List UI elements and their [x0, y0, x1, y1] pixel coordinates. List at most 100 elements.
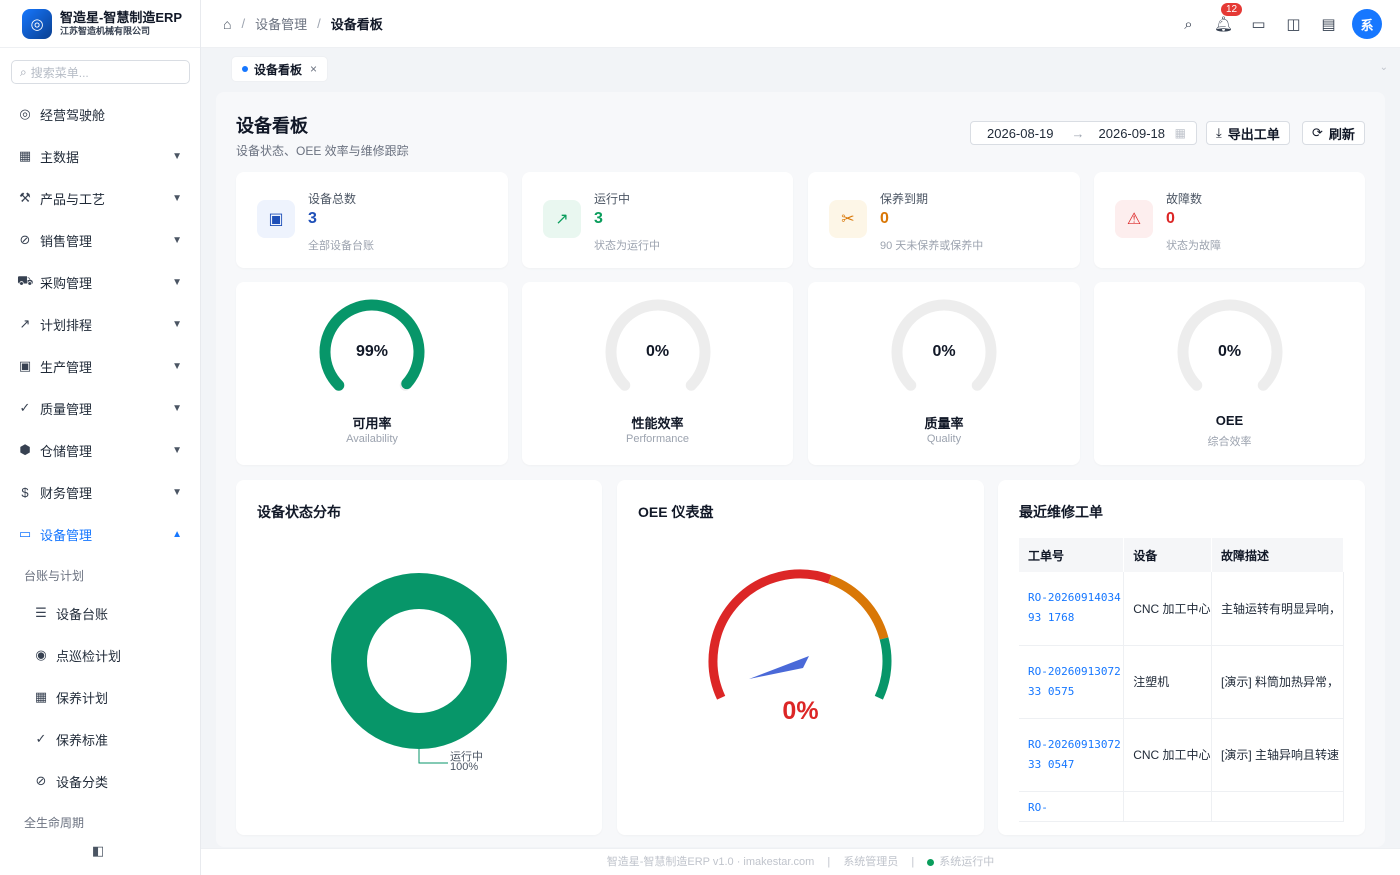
gauge-en: Availability — [346, 433, 398, 445]
kpi-desc: 全部设备台账 — [308, 240, 374, 252]
order-code-link[interactable]: RO-2026091403493 1768 — [1019, 572, 1125, 646]
calendar-icon: ▦ — [34, 689, 48, 704]
sidebar-subitem-category[interactable]: ⊘ 设备分类 — [0, 761, 200, 801]
refresh-icon: ⟳ — [1312, 125, 1323, 140]
kpi-card-total: ▣ 设备总数 3 全部设备台账 — [236, 172, 508, 268]
gauge-value: 0% — [645, 343, 670, 360]
menu-search-input[interactable]: ⌕ 搜索菜单... — [11, 60, 190, 84]
home-icon[interactable]: ⌂ — [223, 16, 231, 32]
date-end[interactable]: 2026-09-18 — [1099, 126, 1166, 141]
monitor-icon: ▭ — [18, 526, 32, 541]
sidebar-item-master-data[interactable]: ▦ 主数据 ▼ — [0, 136, 200, 176]
sidebar-item-product[interactable]: ⚒ 产品与工艺 ▼ — [0, 178, 200, 218]
message-icon[interactable]: ▭ — [1241, 9, 1276, 39]
gauge-name: OEE — [1215, 413, 1244, 428]
sidebar-subitem-ledger[interactable]: ☰ 设备台账 — [0, 593, 200, 633]
avatar[interactable]: 系 — [1352, 9, 1382, 39]
sidebar-item-dashboard[interactable]: ◎ 经营驾驶舱 — [0, 94, 200, 134]
speedometer-band — [708, 569, 832, 700]
pie-slice — [331, 573, 507, 749]
speedometer-needle — [749, 656, 809, 679]
tab-label: 设备看板 — [254, 62, 303, 77]
close-icon[interactable]: × — [310, 62, 317, 76]
status-distribution-card: 设备状态分布 运行中 100% — [236, 480, 602, 835]
fault-desc-cell — [1211, 791, 1345, 822]
table-row[interactable]: RO-2026091307233 0547 CNC 加工中心 [演示] 主轴异响… — [1019, 718, 1345, 792]
eye-icon: ◉ — [35, 647, 47, 662]
date-range-picker[interactable]: 2026-08-19 → 2026-09-18 ▦ — [970, 121, 1197, 145]
sidebar-item-production[interactable]: ▣ 生产管理 ▼ — [0, 346, 200, 386]
chevron-down-icon[interactable]: ⌄ — [1380, 62, 1388, 73]
grid-icon: ▦ — [18, 148, 32, 163]
tag-icon: ⊘ — [19, 232, 31, 247]
sidebar-item-label: 质量管理 — [40, 401, 93, 417]
fault-desc-cell: [演示] 主轴异响且转速 — [1211, 718, 1345, 792]
column-header[interactable]: 故障描述 — [1211, 538, 1345, 572]
sidebar-item-purchase[interactable]: ⛟ 采购管理 ▼ — [0, 262, 200, 302]
column-header[interactable]: 设备 — [1123, 538, 1212, 572]
order-code-link[interactable]: RO-2026091307233 0575 — [1019, 645, 1125, 719]
fault-desc-cell: 主轴运转有明显异响， — [1211, 572, 1345, 646]
sidebar-subitem-inspection[interactable]: ◉ 点巡检计划 — [0, 635, 200, 675]
search-icon[interactable]: ⌕ — [1171, 9, 1206, 39]
check-circle-icon: ✓ — [19, 400, 31, 415]
card-icon[interactable]: ▤ — [1311, 9, 1346, 39]
app-logo-icon: ◎ — [22, 8, 52, 39]
table-row[interactable]: RO-2026091403493 1768 CNC 加工中心 主轴运转有明显异响… — [1019, 572, 1345, 646]
gauge-card-oee: 0% OEE 综合效率 — [1094, 282, 1365, 465]
sidebar-item-label: 采购管理 — [40, 275, 93, 291]
order-code-link[interactable]: RO- — [1019, 791, 1125, 822]
kpi-label: 运行中 — [594, 192, 631, 206]
calendar-icon: ▦ — [1174, 126, 1186, 140]
table-row[interactable]: RO- — [1019, 791, 1345, 822]
oee-dashboard-card: OEE 仪表盘 0% — [617, 480, 984, 835]
gauge-name: 性能效率 — [631, 416, 684, 431]
fault-desc-cell: [演示] 料筒加热异常， — [1211, 645, 1345, 719]
chevron-down-icon: ▼ — [172, 444, 182, 456]
gauge-value: 0% — [1217, 343, 1242, 360]
order-code-link[interactable]: RO-2026091307233 0547 — [1019, 718, 1125, 792]
oee-speedometer — [708, 569, 892, 700]
sidebar-item-planning[interactable]: ↗ 计划排程 ▼ — [0, 304, 200, 344]
sidebar-subitem-maintenance-plan[interactable]: ▦ 保养计划 — [0, 677, 200, 717]
kpi-card-maintenance-due: ✂ 保养到期 0 90 天未保养或保养中 — [808, 172, 1080, 268]
sidebar-subitem-maintenance-standard[interactable]: ✓ 保养标准 — [0, 719, 200, 759]
chevron-down-icon: ▼ — [172, 276, 182, 288]
sidebar-item-warehouse[interactable]: ⬢ 仓储管理 ▼ — [0, 430, 200, 470]
compass-icon: ◎ — [19, 106, 31, 121]
breadcrumb-item[interactable]: 设备管理 — [255, 14, 307, 33]
gauge-card-performance: 0% 性能效率 Performance — [522, 282, 793, 465]
collapse-sidebar-icon[interactable]: ◧ — [92, 843, 104, 859]
kpi-desc: 状态为故障 — [1166, 240, 1221, 252]
kpi-card-running: ↗ 运行中 3 状态为运行中 — [522, 172, 793, 268]
search-placeholder: 搜索菜单... — [30, 65, 89, 80]
layout-icon[interactable]: ◫ — [1276, 9, 1311, 39]
kpi-card-faults: ⚠ 故障数 0 状态为故障 — [1094, 172, 1365, 268]
bell-icon[interactable]: 🔔︎ 12 — [1206, 3, 1243, 39]
equipment-cell: CNC 加工中心 — [1123, 572, 1212, 646]
breadcrumb: ⌂ / 设备管理 / 设备看板 — [223, 14, 383, 33]
sidebar-item-sales[interactable]: ⊘ 销售管理 ▼ — [0, 220, 200, 260]
sidebar-item-label: 设备台账 — [56, 606, 109, 622]
chip-icon: ▣ — [257, 200, 295, 238]
download-icon: ⤓ — [1216, 125, 1222, 140]
sidebar-item-equipment[interactable]: ▭ 设备管理 ▲ — [0, 514, 200, 554]
chevron-down-icon: ▼ — [172, 486, 182, 498]
chevron-down-icon: ▼ — [172, 360, 182, 372]
chip-icon: ▣ — [18, 358, 32, 373]
sidebar-item-label: 经营驾驶舱 — [40, 107, 106, 123]
page-subtitle: 设备状态、OEE 效率与维修跟踪 — [236, 144, 409, 158]
tab-equipment-board[interactable]: 设备看板 × — [231, 56, 329, 82]
sidebar-item-label: 计划排程 — [40, 317, 93, 333]
sidebar-item-quality[interactable]: ✓ 质量管理 ▼ — [0, 388, 200, 428]
sidebar-item-finance[interactable]: $ 财务管理 ▼ — [0, 472, 200, 512]
search-icon: ⌕ — [20, 64, 27, 79]
sidebar-item-label: 设备管理 — [40, 527, 93, 543]
column-header[interactable]: 工单号 — [1019, 538, 1125, 572]
table-row[interactable]: RO-2026091307233 0575 注塑机 [演示] 料筒加热异常， — [1019, 645, 1345, 719]
brand[interactable]: ◎ 智造星-智慧制造ERP 江苏智造机械有限公司 — [0, 0, 200, 48]
date-start[interactable]: 2026-08-19 — [987, 126, 1054, 141]
refresh-button[interactable]: ⟳ 刷新 — [1302, 121, 1365, 145]
kpi-value: 0 — [880, 210, 889, 227]
export-button[interactable]: ⤓ 导出工单 — [1206, 121, 1290, 145]
